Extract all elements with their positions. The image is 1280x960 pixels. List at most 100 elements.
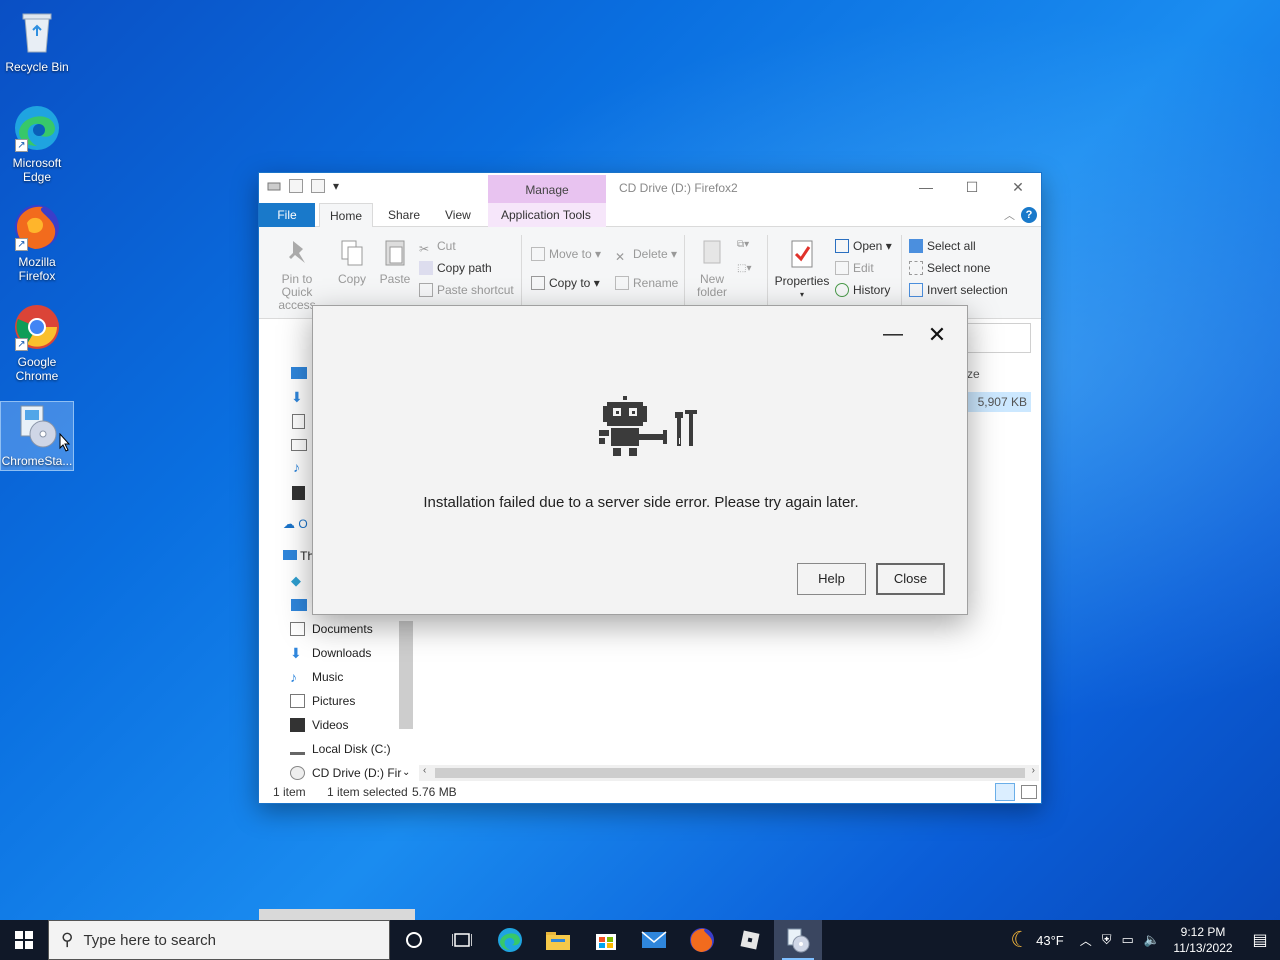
nav-cd-drive[interactable]: CD Drive (D:) Fir ⌄ bbox=[290, 763, 410, 783]
details-view-icon[interactable] bbox=[995, 783, 1015, 801]
copy-button[interactable]: Copy bbox=[335, 237, 369, 286]
search-placeholder: Type here to search bbox=[83, 931, 217, 949]
network-icon[interactable]: ▭ bbox=[1122, 932, 1134, 948]
copy-path-icon bbox=[419, 261, 433, 275]
task-view-button[interactable] bbox=[438, 920, 486, 960]
properties-qat-icon[interactable] bbox=[289, 179, 303, 193]
nav-music[interactable]: ♪ Music bbox=[290, 667, 343, 687]
easy-access-icon[interactable]: ⬚▾ bbox=[737, 263, 751, 274]
pictures-nav-icon[interactable] bbox=[291, 439, 307, 451]
desktop-icon-chrome[interactable]: ↗ Google Chrome bbox=[1, 303, 73, 383]
paste-shortcut-button[interactable]: Paste shortcut bbox=[419, 283, 514, 297]
scroll-right-icon[interactable]: › bbox=[1032, 765, 1035, 776]
mouse-cursor-icon bbox=[59, 433, 71, 452]
pin-quick-access-button[interactable]: Pin to Quick access bbox=[265, 237, 329, 312]
taskbar-firefox[interactable] bbox=[678, 920, 726, 960]
nav-pictures[interactable]: Pictures bbox=[290, 691, 355, 711]
tab-file[interactable]: File bbox=[259, 203, 315, 227]
3d-objects-nav-icon[interactable]: ◆ bbox=[291, 573, 301, 589]
cortana-button[interactable] bbox=[390, 920, 438, 960]
documents-nav-icon[interactable] bbox=[292, 414, 305, 429]
paste-button[interactable]: Paste bbox=[377, 237, 413, 286]
new-folder-qat-icon[interactable] bbox=[311, 179, 325, 193]
taskbar-mail[interactable] bbox=[630, 920, 678, 960]
horizontal-scrollbar[interactable]: ‹ › bbox=[419, 765, 1039, 781]
nav-local-disk[interactable]: Local Disk (C:) bbox=[290, 739, 391, 759]
dialog-minimize-button[interactable]: — bbox=[881, 324, 905, 348]
search-box[interactable] bbox=[967, 323, 1031, 353]
file-size-cell[interactable]: 5,907 KB bbox=[967, 392, 1031, 412]
close-button[interactable]: Close bbox=[876, 563, 945, 595]
desktop-icon-edge[interactable]: ↗ Microsoft Edge bbox=[1, 104, 73, 184]
copy-path-button[interactable]: Copy path bbox=[419, 261, 492, 275]
rename-button[interactable]: Rename bbox=[615, 276, 678, 290]
notifications-icon[interactable]: ▤ bbox=[1240, 930, 1280, 950]
maximize-button[interactable]: ☐ bbox=[949, 173, 995, 203]
history-button[interactable]: History bbox=[835, 283, 890, 297]
help-icon[interactable]: ? bbox=[1021, 207, 1037, 223]
move-to-button[interactable]: Move to ▾ bbox=[531, 247, 601, 261]
taskbar-installer[interactable] bbox=[774, 920, 822, 960]
tab-home[interactable]: Home bbox=[319, 203, 374, 227]
desktop-icon-firefox[interactable]: ↗ Mozilla Firefox bbox=[1, 203, 73, 283]
this-pc-nav-item[interactable]: Th bbox=[283, 549, 314, 563]
volume-muted-icon[interactable]: 🔈 bbox=[1144, 932, 1160, 948]
close-window-button[interactable]: ✕ bbox=[995, 173, 1041, 203]
tray-overflow-chevron-icon[interactable]: ︿ bbox=[1080, 932, 1092, 949]
weather-temp[interactable]: 43°F bbox=[1036, 933, 1064, 948]
tab-view[interactable]: View bbox=[435, 203, 481, 227]
folder-icon bbox=[546, 932, 570, 950]
desktop-icon-recycle-bin[interactable]: Recycle Bin bbox=[1, 8, 73, 74]
downloads-nav-icon[interactable]: ⬇ bbox=[291, 389, 303, 406]
chevron-down-icon[interactable]: ⌄ bbox=[402, 763, 410, 783]
open-button[interactable]: Open ▾ bbox=[835, 239, 892, 253]
taskbar-file-explorer[interactable] bbox=[534, 920, 582, 960]
videos-nav-icon[interactable] bbox=[292, 486, 305, 500]
nav-documents[interactable]: Documents bbox=[290, 619, 373, 639]
manage-context-tab[interactable]: Manage bbox=[488, 175, 606, 203]
help-button[interactable]: Help bbox=[797, 563, 866, 595]
properties-check-icon bbox=[788, 239, 816, 271]
large-icons-view-icon[interactable] bbox=[1021, 785, 1037, 799]
size-column-header[interactable]: ze bbox=[967, 367, 980, 381]
desktop-nav-icon[interactable] bbox=[291, 367, 307, 379]
taskbar-search-box[interactable]: ⚲ Type here to search bbox=[48, 920, 390, 960]
desktop-pc-nav-icon[interactable] bbox=[291, 599, 307, 611]
weather-moon-icon[interactable]: ☾ bbox=[1010, 927, 1030, 953]
scroll-thumb[interactable] bbox=[435, 768, 1025, 778]
tab-application-tools[interactable]: Application Tools bbox=[491, 203, 601, 227]
edit-button[interactable]: Edit bbox=[835, 261, 874, 275]
select-none-button[interactable]: Select none bbox=[909, 261, 990, 275]
dialog-close-icon[interactable]: ✕ bbox=[925, 324, 949, 348]
scroll-left-icon[interactable]: ‹ bbox=[423, 765, 426, 776]
clock-date: 11/13/2022 bbox=[1173, 941, 1233, 955]
new-folder-button[interactable]: New folder bbox=[691, 237, 733, 299]
cut-button[interactable]: ✂ Cut bbox=[419, 239, 456, 256]
taskbar-store[interactable] bbox=[582, 920, 630, 960]
pc-icon bbox=[283, 550, 297, 560]
nav-downloads[interactable]: ⬇ Downloads bbox=[290, 643, 371, 663]
move-to-icon bbox=[531, 247, 545, 261]
properties-button[interactable]: Properties ▾ bbox=[773, 239, 831, 301]
music-nav-icon[interactable]: ♪ bbox=[293, 459, 300, 475]
new-item-icon[interactable]: ⧉▾ bbox=[737, 239, 749, 250]
qat-dropdown-icon[interactable]: ▾ bbox=[333, 179, 341, 193]
drive-icon[interactable] bbox=[267, 179, 281, 193]
copy-to-button[interactable]: Copy to ▾ bbox=[531, 276, 600, 290]
taskbar-roblox[interactable] bbox=[726, 920, 774, 960]
security-icon[interactable]: ⛨ bbox=[1102, 932, 1112, 948]
tab-share[interactable]: Share bbox=[378, 203, 430, 227]
minimize-button[interactable]: — bbox=[903, 173, 949, 203]
nav-scrollbar[interactable] bbox=[399, 621, 413, 729]
delete-x-icon: ✕ bbox=[615, 250, 626, 264]
onedrive-nav-item[interactable]: ☁ O bbox=[283, 517, 308, 531]
clock[interactable]: 9:12 PM 11/13/2022 bbox=[1166, 924, 1240, 956]
taskbar-edge[interactable] bbox=[486, 920, 534, 960]
select-all-button[interactable]: Select all bbox=[909, 239, 976, 253]
scissors-icon: ✂ bbox=[419, 242, 430, 256]
start-button[interactable] bbox=[0, 920, 48, 960]
nav-videos[interactable]: Videos bbox=[290, 715, 348, 735]
delete-button[interactable]: ✕ Delete ▾ bbox=[615, 247, 677, 264]
invert-selection-button[interactable]: Invert selection bbox=[909, 283, 1008, 297]
collapse-ribbon-icon[interactable]: ︿ bbox=[1004, 207, 1015, 223]
